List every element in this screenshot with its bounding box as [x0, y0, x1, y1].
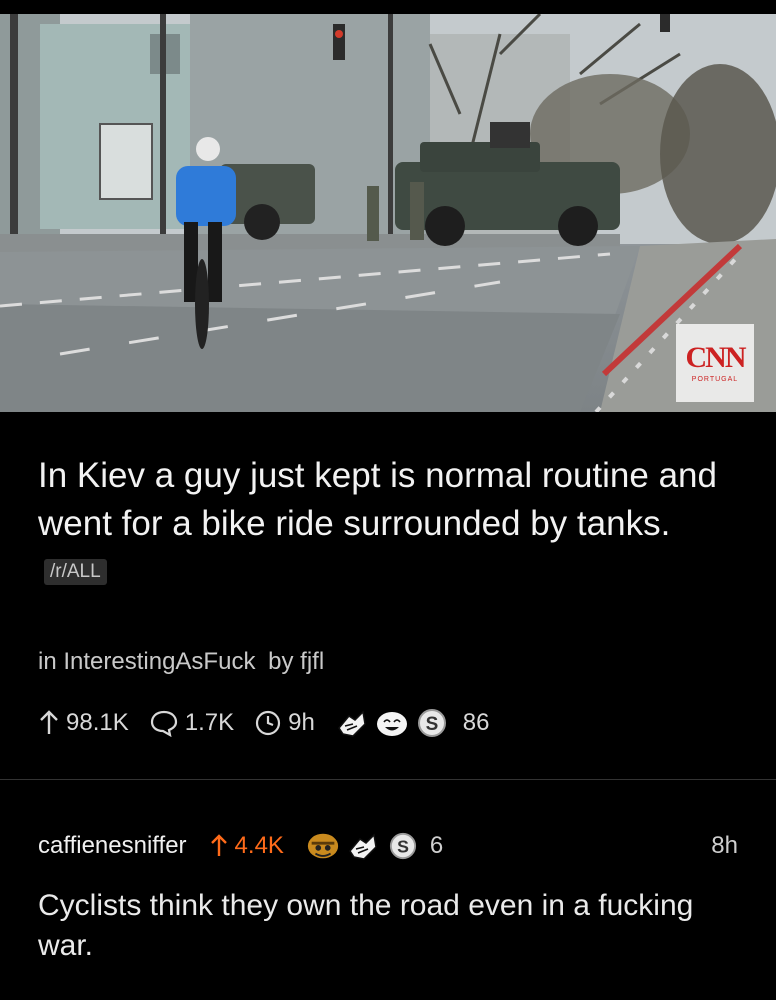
upvote-button[interactable]: 98.1K — [38, 709, 129, 737]
clock-icon — [255, 710, 281, 736]
svg-text:S: S — [397, 837, 409, 857]
comment-username[interactable]: caffienesniffer — [38, 832, 187, 860]
laughing-face-award-icon[interactable] — [375, 706, 409, 740]
subreddit-link[interactable]: InterestingAsFuck — [63, 648, 255, 675]
comment-body: Cyclists think they own the road even in… — [38, 889, 694, 962]
post-image[interactable]: CNN PORTUGAL — [0, 14, 776, 412]
cnn-watermark: CNN PORTUGAL — [676, 324, 754, 402]
comment-score: 4.4K — [234, 832, 284, 859]
author-link[interactable]: fjfl — [300, 648, 324, 675]
svg-text:S: S — [425, 714, 438, 735]
post-meta: in InterestingAsFuck by fjfl — [38, 648, 324, 676]
post-age: 9h — [254, 709, 315, 737]
silver-award-icon[interactable]: S — [415, 706, 449, 740]
cnn-logo: CNN — [685, 341, 747, 374]
comment-upvote-button[interactable]: 4.4K — [209, 832, 284, 860]
comments-button[interactable]: 1.7K — [149, 709, 234, 737]
upvote-arrow-icon — [210, 834, 227, 856]
comment-bubble-icon — [150, 710, 177, 737]
post-title[interactable]: In Kiev a guy just kept is normal routin… — [38, 452, 738, 596]
comment-award-count: 6 — [429, 832, 444, 859]
cnn-subtitle: PORTUGAL — [691, 376, 739, 383]
award-count: 86 — [462, 709, 490, 736]
subreddit-prefix: in — [38, 648, 57, 675]
helmet-face-award-icon[interactable] — [306, 829, 340, 863]
upvote-arrow-icon — [40, 710, 58, 734]
street-scene-illustration — [0, 14, 776, 412]
wholesome-hands-award-icon[interactable] — [346, 829, 380, 863]
comment-age: 8h — [711, 832, 738, 859]
comment-count: 1.7K — [184, 709, 235, 736]
upvote-count: 98.1K — [66, 709, 129, 736]
wholesome-hands-award-icon[interactable] — [335, 706, 369, 740]
author-prefix: by — [268, 648, 294, 675]
post-flair[interactable]: /r/ALL — [44, 559, 107, 585]
post-stats: 98.1K 1.7K 9h S 86 — [38, 703, 490, 743]
post-age-text: 9h — [288, 709, 315, 736]
silver-award-icon[interactable]: S — [386, 829, 420, 863]
comment-header: caffienesniffer 4.4K S 6 8h — [38, 826, 738, 866]
post-title-text: In Kiev a guy just kept is normal routin… — [38, 456, 717, 543]
divider — [0, 779, 776, 780]
